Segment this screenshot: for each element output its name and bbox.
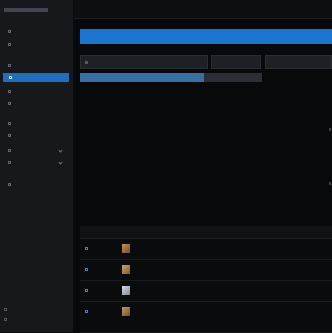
folder-icon <box>8 183 11 186</box>
doc-icon <box>8 102 11 105</box>
thumbnail-image <box>122 244 130 253</box>
help-icon <box>4 307 7 311</box>
sidebar-item-7[interactable] <box>2 119 68 128</box>
search-icon <box>85 60 88 64</box>
extra-filter[interactable] <box>265 55 332 69</box>
user-icon <box>8 161 11 164</box>
sidebar-item-2[interactable] <box>2 40 68 49</box>
folder-icon <box>8 43 11 46</box>
table-row[interactable] <box>80 239 332 260</box>
type-select[interactable] <box>211 55 261 69</box>
thumbnail-image <box>122 265 130 274</box>
upload-progress <box>80 73 262 82</box>
sidebar-item-1[interactable] <box>2 27 68 36</box>
image-icon <box>9 76 12 79</box>
top-bar <box>74 0 332 19</box>
sidebar-item-5[interactable] <box>2 87 68 96</box>
chevron-down-icon <box>58 148 63 153</box>
search-input[interactable] <box>80 55 208 69</box>
logout-icon <box>4 317 7 321</box>
file-icon <box>8 30 11 33</box>
scroll-marker <box>329 182 331 185</box>
sidebar-item-4[interactable] <box>3 73 69 82</box>
sidebar <box>0 0 74 332</box>
sidebar-footer-1[interactable] <box>4 306 64 312</box>
row-checkbox[interactable] <box>85 247 88 250</box>
grid-icon <box>8 90 11 93</box>
logo-placeholder <box>4 8 48 12</box>
sidebar-item-8[interactable] <box>2 131 68 140</box>
scroll-marker <box>329 128 331 131</box>
sidebar-item-10[interactable] <box>2 158 68 167</box>
table-header <box>80 226 332 239</box>
sidebar-item-3[interactable] <box>2 61 68 70</box>
sidebar-item-11[interactable] <box>2 180 68 189</box>
page-header <box>80 29 332 44</box>
chevron-down-icon <box>58 160 63 165</box>
sidebar-item-9[interactable] <box>2 146 68 155</box>
row-checkbox[interactable] <box>85 268 88 271</box>
progress-fill <box>80 73 204 82</box>
sidebar-item-6[interactable] <box>2 99 68 108</box>
list-icon <box>8 64 11 67</box>
tag-icon <box>8 134 11 137</box>
table-row[interactable] <box>80 302 332 333</box>
settings-icon <box>8 122 11 125</box>
thumbnail-image <box>122 286 130 295</box>
row-checkbox[interactable] <box>85 310 88 313</box>
row-checkbox[interactable] <box>85 289 88 292</box>
sidebar-footer-2[interactable] <box>4 316 64 322</box>
thumbnail-image <box>122 307 130 316</box>
sidebar-title <box>4 6 48 13</box>
box-icon <box>8 149 11 152</box>
table-row[interactable] <box>80 260 332 281</box>
table-row[interactable] <box>80 281 332 302</box>
